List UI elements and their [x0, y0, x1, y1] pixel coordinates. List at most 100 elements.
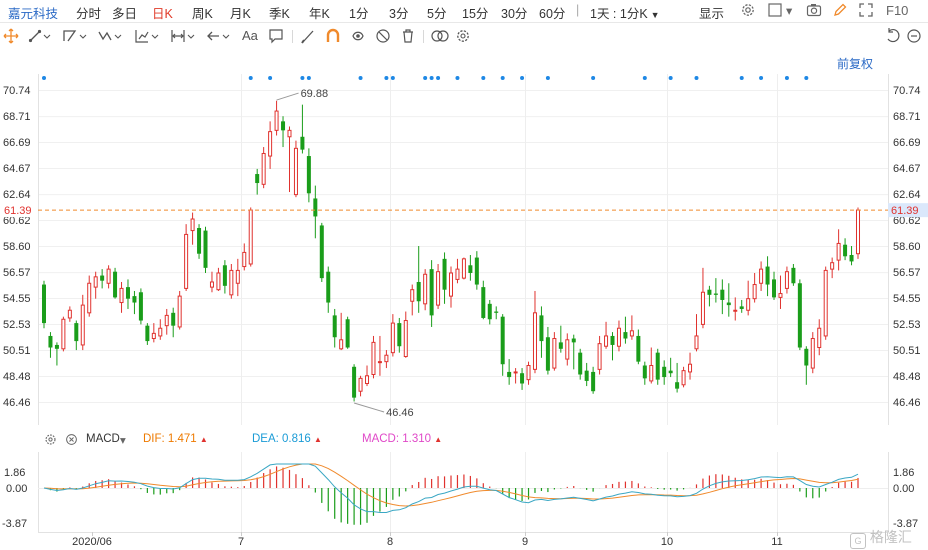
event-marker[interactable]: [759, 76, 764, 80]
tab-daily-k[interactable]: 日K: [152, 3, 173, 22]
chevron-down-icon[interactable]: ▾: [786, 3, 792, 18]
candle[interactable]: [604, 321, 609, 349]
macd-chart[interactable]: 1.86 0.00 -3.87 1.86 0.00 -3.87: [0, 452, 928, 532]
candle[interactable]: [552, 332, 557, 371]
candle[interactable]: [345, 316, 350, 349]
candle[interactable]: [248, 207, 253, 267]
candle[interactable]: [377, 335, 382, 376]
candle[interactable]: [571, 334, 576, 370]
fib-tool-icon[interactable]: [134, 27, 160, 45]
candle[interactable]: [397, 317, 402, 353]
candle[interactable]: [106, 265, 111, 289]
compare-icon[interactable]: [430, 27, 450, 45]
candle[interactable]: [565, 333, 570, 366]
candle[interactable]: [61, 316, 66, 352]
candle[interactable]: [332, 308, 337, 348]
candle[interactable]: [313, 185, 318, 239]
candle[interactable]: [416, 246, 421, 313]
candle[interactable]: [197, 224, 202, 259]
candle[interactable]: [138, 288, 143, 325]
candle[interactable]: [87, 275, 92, 317]
event-marker[interactable]: [739, 76, 744, 80]
candle[interactable]: [649, 347, 654, 384]
candle[interactable]: [468, 254, 473, 281]
macd-settings-icon[interactable]: [44, 433, 57, 447]
event-marker[interactable]: [429, 76, 434, 80]
candle[interactable]: [100, 269, 105, 289]
candle[interactable]: [113, 267, 118, 299]
pencil-icon[interactable]: [832, 2, 848, 18]
candle[interactable]: [371, 335, 376, 379]
candle[interactable]: [655, 348, 660, 385]
event-marker[interactable]: [481, 76, 486, 80]
candle[interactable]: [668, 357, 673, 378]
event-marker[interactable]: [42, 76, 46, 80]
candle[interactable]: [784, 266, 789, 294]
candle[interactable]: [171, 307, 176, 338]
candle[interactable]: [229, 263, 234, 299]
candle[interactable]: [720, 279, 725, 315]
candle[interactable]: [494, 306, 499, 320]
move-icon[interactable]: [3, 27, 19, 45]
event-marker[interactable]: [423, 76, 428, 80]
tab-15min[interactable]: 15分: [462, 3, 488, 22]
macd-close-icon[interactable]: [65, 433, 78, 447]
candle[interactable]: [739, 299, 744, 313]
candle[interactable]: [255, 168, 260, 195]
candle[interactable]: [675, 362, 680, 393]
polyline-tool-icon[interactable]: [62, 27, 88, 45]
display-menu[interactable]: 显示: [699, 3, 724, 22]
camera-icon[interactable]: [806, 2, 822, 18]
candle[interactable]: [151, 323, 156, 343]
candle[interactable]: [184, 224, 189, 291]
chevron-down-icon[interactable]: ▾: [120, 433, 126, 447]
candle[interactable]: [352, 364, 357, 402]
time-select[interactable]: 1天 : 1分K ▼: [590, 3, 660, 22]
candle[interactable]: [358, 375, 363, 397]
candle[interactable]: [597, 335, 602, 375]
tab-multi-day[interactable]: 多日: [112, 3, 137, 22]
event-marker[interactable]: [268, 76, 273, 80]
candle[interactable]: [513, 368, 518, 384]
candle[interactable]: [461, 257, 466, 280]
candle[interactable]: [339, 312, 344, 351]
candle[interactable]: [791, 263, 796, 286]
comment-tool-icon[interactable]: [268, 27, 284, 45]
candle[interactable]: [636, 329, 641, 365]
event-marker[interactable]: [520, 76, 525, 80]
candle[interactable]: [700, 267, 705, 329]
candle[interactable]: [274, 100, 279, 136]
candle[interactable]: [584, 362, 589, 387]
event-marker[interactable]: [455, 76, 460, 80]
candle[interactable]: [532, 290, 537, 374]
candle[interactable]: [436, 263, 441, 309]
candle[interactable]: [410, 284, 415, 316]
candle[interactable]: [326, 266, 331, 313]
candle[interactable]: [242, 243, 247, 271]
wave-tool-icon[interactable]: [97, 27, 123, 45]
candle[interactable]: [610, 332, 615, 361]
candle[interactable]: [681, 366, 686, 388]
candle[interactable]: [41, 280, 47, 329]
candle[interactable]: [830, 257, 835, 279]
range-tool-icon[interactable]: [170, 27, 196, 45]
candle[interactable]: [390, 314, 395, 357]
event-marker[interactable]: [248, 76, 253, 80]
candle[interactable]: [558, 325, 563, 353]
candle[interactable]: [158, 319, 163, 340]
candle[interactable]: [132, 290, 137, 315]
candle[interactable]: [80, 294, 85, 351]
candle[interactable]: [319, 222, 324, 282]
candle[interactable]: [481, 280, 486, 320]
macd-indicator-name[interactable]: MACD: [86, 433, 120, 447]
tab-monthly-k[interactable]: 月K: [230, 3, 251, 22]
candle[interactable]: [778, 275, 783, 309]
candle[interactable]: [642, 361, 647, 385]
candle[interactable]: [578, 348, 583, 380]
candle[interactable]: [591, 366, 596, 394]
candle[interactable]: [804, 346, 809, 385]
event-marker[interactable]: [390, 76, 395, 80]
event-marker[interactable]: [668, 76, 673, 80]
candle[interactable]: [235, 258, 240, 297]
candle[interactable]: [403, 311, 408, 358]
